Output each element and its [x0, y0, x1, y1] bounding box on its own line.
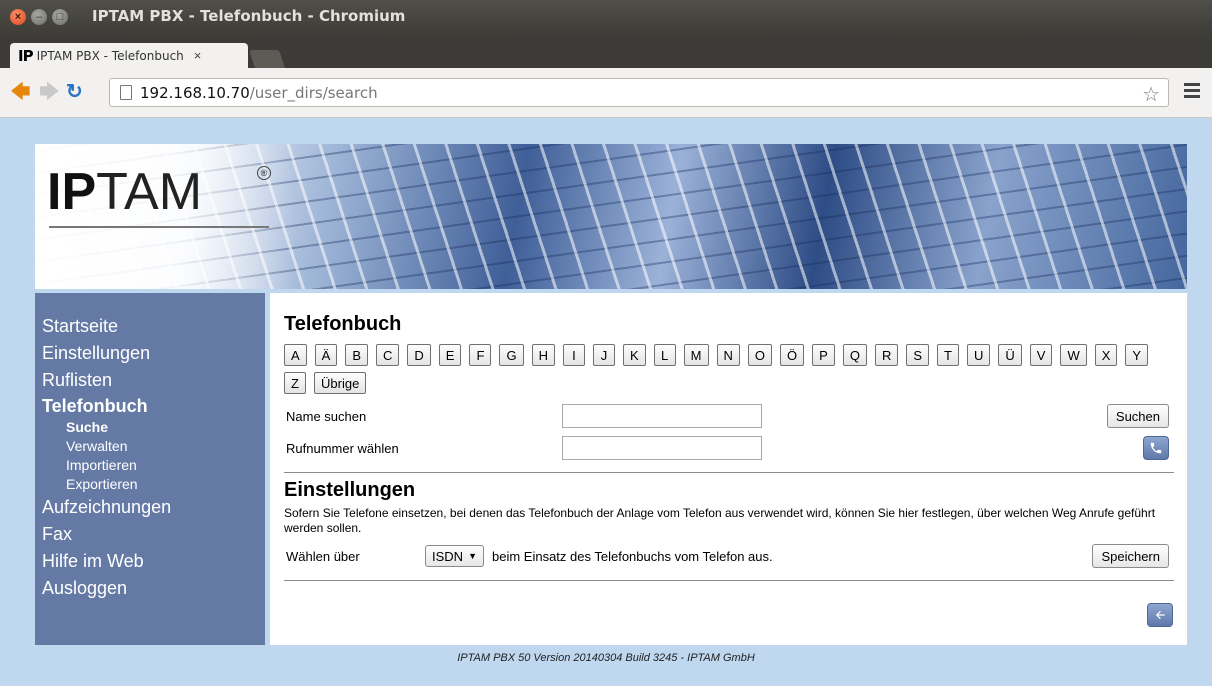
- sidebar-nav: Startseite Einstellungen Ruflisten Telef…: [35, 293, 265, 645]
- tab-close-icon[interactable]: ×: [194, 48, 202, 63]
- letter-button[interactable]: B: [345, 344, 369, 366]
- letter-button[interactable]: Ä: [314, 344, 338, 366]
- letter-button[interactable]: L: [653, 344, 676, 366]
- letter-button[interactable]: C: [376, 344, 400, 366]
- dial-phone-button[interactable]: [1143, 436, 1169, 460]
- letter-button[interactable]: H: [531, 344, 555, 366]
- letter-button[interactable]: F: [469, 344, 492, 366]
- letter-button[interactable]: D: [407, 344, 431, 366]
- forward-arrow-icon[interactable]: 🡆: [39, 82, 60, 102]
- nav-einstellungen[interactable]: Einstellungen: [35, 340, 265, 367]
- letter-button[interactable]: U: [967, 344, 991, 366]
- window-close-button[interactable]: ×: [10, 9, 26, 25]
- letter-button[interactable]: E: [438, 344, 462, 366]
- name-search-input[interactable]: [562, 404, 762, 428]
- dial-via-select[interactable]: ISDN ▼: [425, 545, 484, 567]
- main-content: Telefonbuch A Ä B C D E F G H I J K L M …: [270, 293, 1187, 645]
- letter-button[interactable]: Ö: [780, 344, 805, 366]
- nav-sub-importieren[interactable]: Importieren: [35, 456, 265, 475]
- url-host: 192.168.10.70: [140, 83, 250, 102]
- dial-number-label: Rufnummer wählen: [286, 440, 399, 456]
- letter-button[interactable]: M: [683, 344, 709, 366]
- letter-button-uebrige[interactable]: Übrige: [314, 372, 367, 394]
- new-tab-button[interactable]: [249, 50, 285, 68]
- letter-button[interactable]: I: [562, 344, 585, 366]
- letter-button[interactable]: A: [284, 344, 307, 366]
- letter-button[interactable]: J: [592, 344, 615, 366]
- bookmark-star-icon[interactable]: ☆: [1142, 82, 1160, 107]
- nav-ruflisten[interactable]: Ruflisten: [35, 367, 265, 394]
- letter-button[interactable]: N: [716, 344, 740, 366]
- nav-hilfe-im-web[interactable]: Hilfe im Web: [35, 548, 265, 575]
- letter-button[interactable]: Z: [284, 372, 306, 394]
- letter-filter: A Ä B C D E F G H I J K L M N O Ö P Q R …: [284, 344, 1174, 400]
- header-banner: IPTAM ®: [35, 144, 1187, 289]
- name-search-label: Name suchen: [286, 408, 367, 424]
- dial-via-suffix: beim Einsatz des Telefonbuchs vom Telefo…: [491, 548, 773, 564]
- favicon-icon: IP: [18, 46, 34, 65]
- address-bar[interactable]: 192.168.10.70 /user_dirs/search ☆: [109, 78, 1169, 107]
- window-minimize-button[interactable]: –: [31, 9, 47, 25]
- letter-button[interactable]: S: [906, 344, 929, 366]
- search-button[interactable]: Suchen: [1106, 404, 1169, 428]
- browser-menu-icon[interactable]: [1184, 83, 1200, 99]
- dial-number-input[interactable]: [562, 436, 762, 460]
- name-search-row: Name suchen Suchen: [284, 400, 1173, 432]
- phonebook-heading: Telefonbuch: [284, 313, 402, 335]
- page-icon: [120, 85, 132, 100]
- dropdown-arrow-icon: ▼: [468, 551, 477, 561]
- section-divider: [284, 472, 1174, 473]
- dial-row: Rufnummer wählen: [284, 432, 1173, 464]
- registered-mark-icon: ®: [257, 166, 271, 180]
- nav-ausloggen[interactable]: Ausloggen: [35, 575, 265, 602]
- nav-sub-verwalten[interactable]: Verwalten: [35, 437, 265, 456]
- back-arrow-icon: [1155, 610, 1165, 620]
- logo-underline: [49, 226, 269, 228]
- letter-button[interactable]: X: [1094, 344, 1118, 366]
- letter-button[interactable]: R: [874, 344, 899, 366]
- window-maximize-button[interactable]: □: [52, 9, 68, 25]
- dial-via-label: Wählen über: [286, 548, 360, 564]
- url-path: /user_dirs/search: [249, 83, 378, 102]
- letter-button[interactable]: Ü: [998, 344, 1022, 366]
- letter-button[interactable]: Q: [842, 344, 867, 366]
- nav-aufzeichnungen[interactable]: Aufzeichnungen: [35, 494, 265, 521]
- back-button[interactable]: [1147, 603, 1173, 627]
- nav-startseite[interactable]: Startseite: [35, 313, 265, 340]
- phone-icon: [1150, 442, 1162, 454]
- footer-version: IPTAM PBX 50 Version 20140304 Build 3245…: [457, 652, 755, 664]
- letter-button[interactable]: G: [499, 344, 524, 366]
- reload-icon[interactable]: ↻: [66, 82, 83, 102]
- save-button[interactable]: Speichern: [1092, 544, 1169, 568]
- letter-button[interactable]: W: [1060, 344, 1087, 366]
- letter-button[interactable]: Y: [1125, 344, 1149, 366]
- tab-strip: IP IPTAM PBX - Telefonbuch ×: [0, 36, 1212, 68]
- dial-via-row: Wählen über ISDN ▼ beim Einsatz des Tele…: [284, 540, 1173, 572]
- iptam-logo: IPTAM: [47, 163, 203, 221]
- dial-via-selected: ISDN: [432, 548, 464, 564]
- back-arrow-icon[interactable]: 🡄: [10, 82, 31, 102]
- nav-telefonbuch[interactable]: Telefonbuch: [35, 394, 265, 418]
- page-viewport: IPTAM ® Startseite Einstellungen Ruflist…: [0, 118, 1212, 686]
- section-divider: [284, 580, 1174, 581]
- browser-toolbar: 🡄 🡆 ↻ 192.168.10.70 /user_dirs/search ☆: [0, 68, 1212, 118]
- browser-tab[interactable]: IP IPTAM PBX - Telefonbuch ×: [10, 43, 248, 68]
- letter-button[interactable]: P: [812, 344, 835, 366]
- letter-button[interactable]: V: [1029, 344, 1053, 366]
- letter-button[interactable]: T: [937, 344, 959, 366]
- letter-button[interactable]: K: [622, 344, 646, 366]
- letter-button[interactable]: O: [747, 344, 773, 366]
- nav-sub-suche[interactable]: Suche: [35, 418, 265, 437]
- settings-heading: Einstellungen: [284, 479, 416, 501]
- nav-fax[interactable]: Fax: [35, 521, 265, 548]
- window-titlebar: × – □ IPTAM PBX - Telefonbuch - Chromium: [0, 0, 1212, 36]
- settings-description: Sofern Sie Telefone einsetzen, bei denen…: [284, 506, 1156, 535]
- tab-title: IPTAM PBX - Telefonbuch: [36, 48, 184, 63]
- window-title: IPTAM PBX - Telefonbuch - Chromium: [92, 7, 406, 25]
- nav-sub-exportieren[interactable]: Exportieren: [35, 475, 265, 494]
